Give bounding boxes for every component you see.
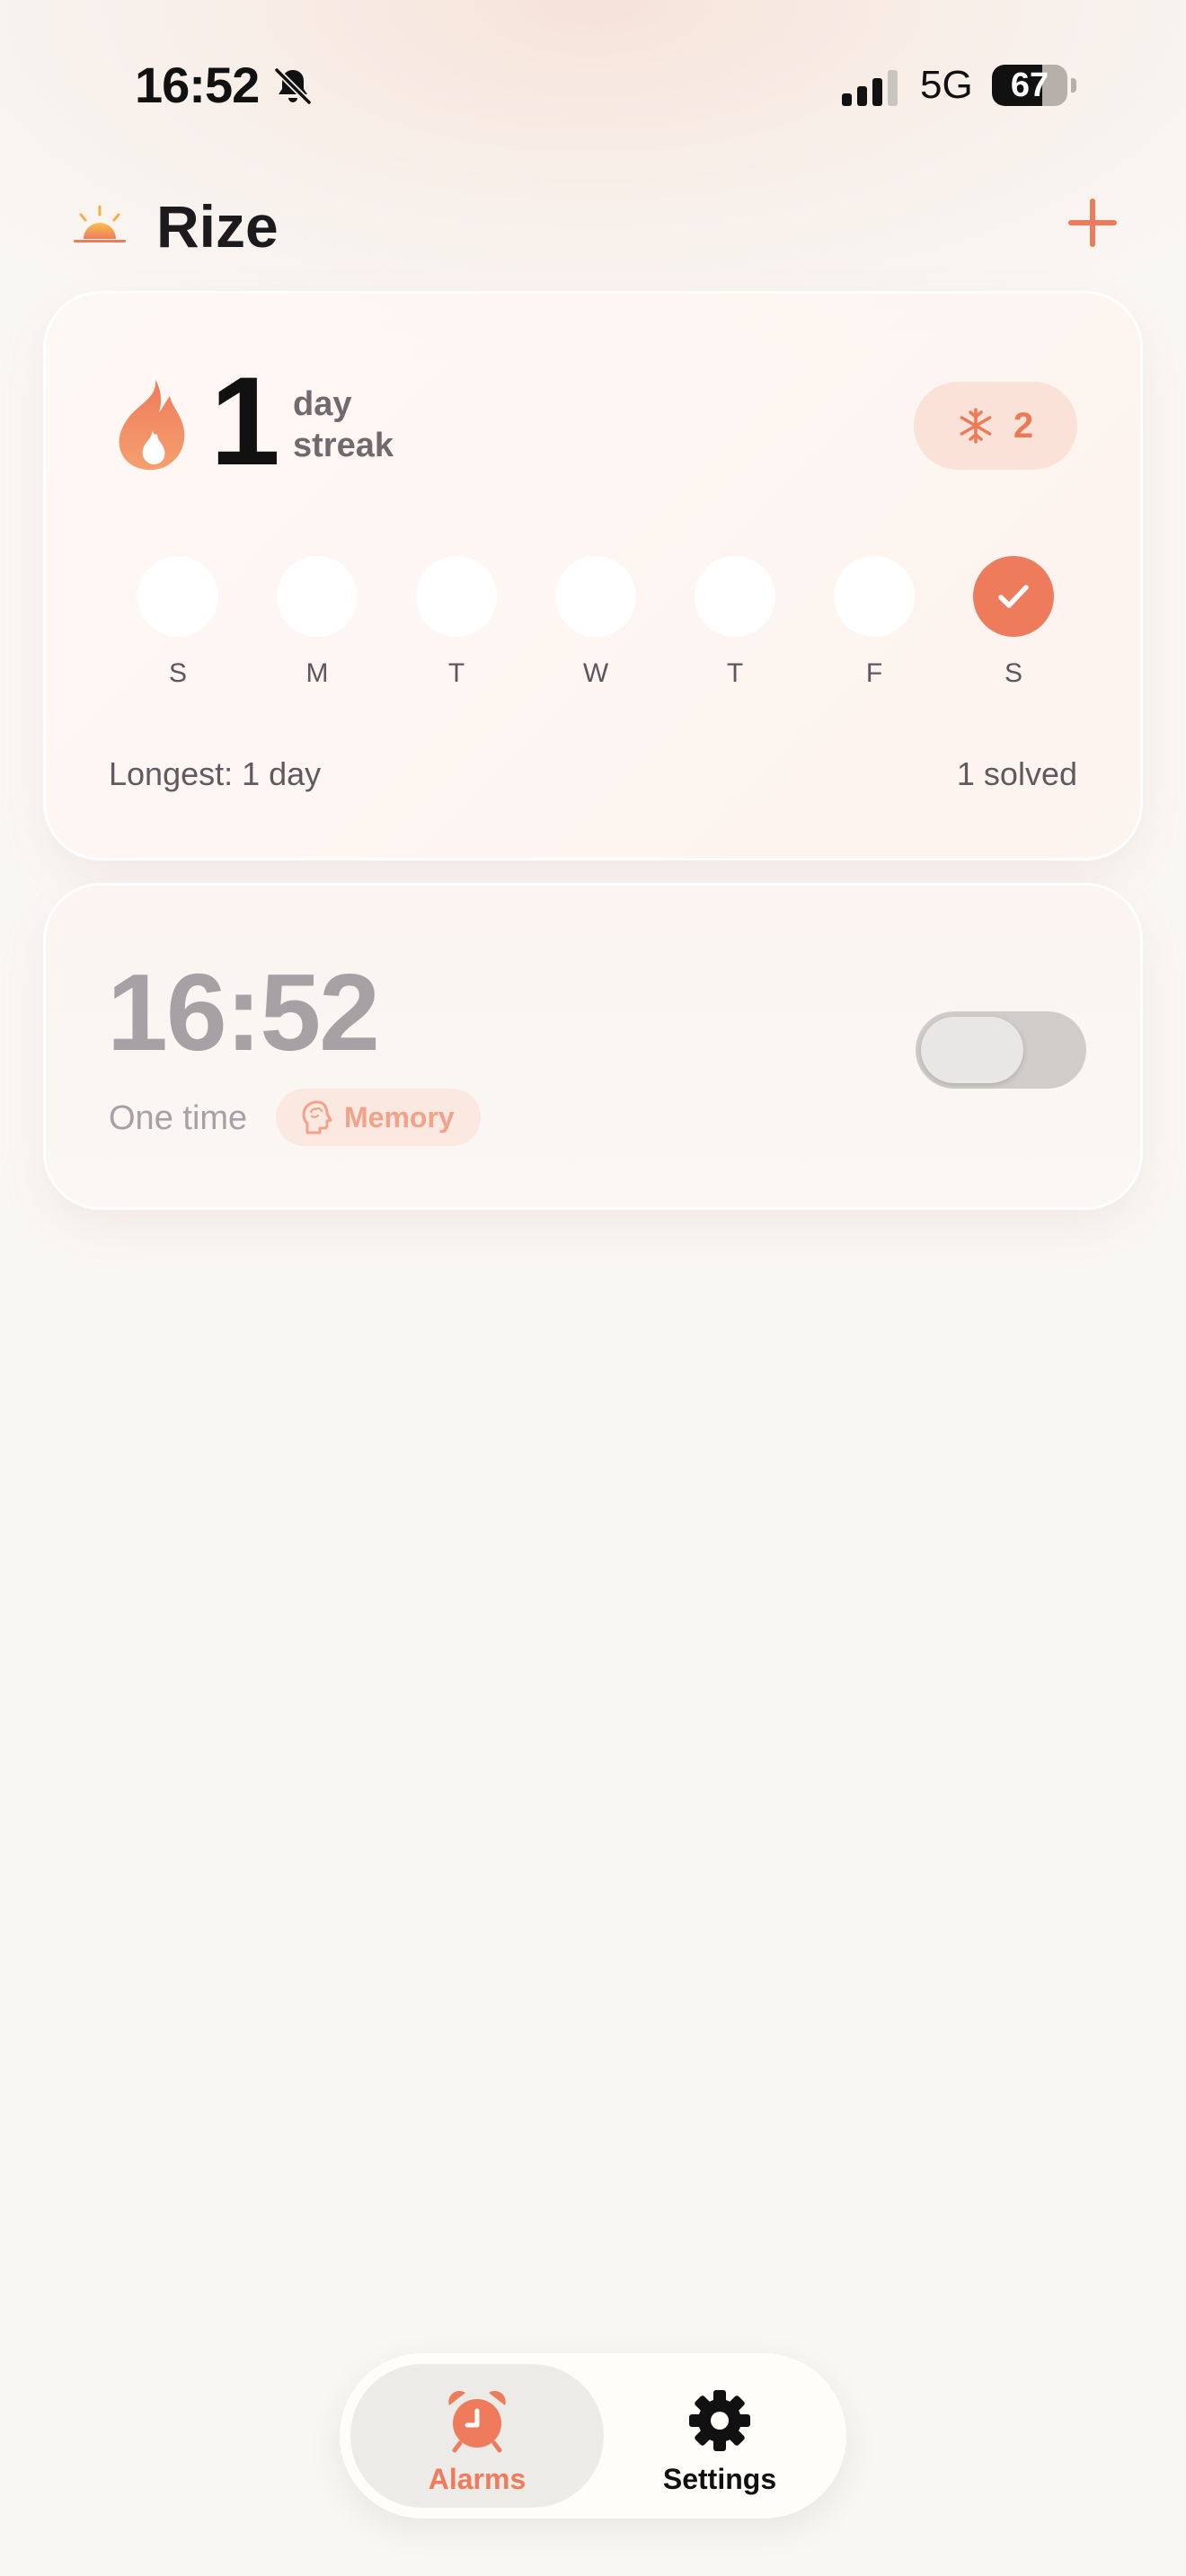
- alarm-card[interactable]: 16:52 One time Memory: [43, 883, 1143, 1210]
- tab-alarms-label: Alarms: [428, 2463, 527, 2495]
- battery-percent: 67: [1010, 66, 1049, 104]
- alarm-repeat: One time: [109, 1099, 248, 1137]
- day-circle-1: [277, 556, 358, 637]
- app-title: Rize: [156, 193, 279, 260]
- day-label-2: T: [447, 658, 465, 688]
- alarm-clock-icon: [448, 2390, 506, 2453]
- day-circle-5: [834, 556, 915, 637]
- streak-unit-streak: streak: [293, 427, 394, 464]
- day-label-0: S: [168, 658, 187, 688]
- checkmark-icon: [998, 585, 1029, 608]
- day-circle-2: [416, 556, 497, 637]
- bell-muted-icon: [273, 66, 313, 106]
- sunrise-icon: [74, 205, 126, 243]
- network-type: 5G: [920, 63, 973, 107]
- add-alarm-button[interactable]: [1064, 194, 1121, 251]
- streak-freeze-badge[interactable]: 2: [914, 382, 1077, 470]
- streak-unit-day: day: [293, 385, 352, 423]
- snowflake-icon: [960, 408, 992, 444]
- solved-count: 1 solved: [956, 755, 1077, 792]
- streak-card[interactable]: 1 day streak 2 S M T W T F S Longest: 1 day 1 …: [43, 291, 1143, 860]
- day-label-5: F: [865, 658, 883, 688]
- day-label-1: M: [305, 658, 329, 688]
- challenge-badge: Memory: [276, 1089, 481, 1146]
- alarm-time: 16:52: [107, 951, 380, 1073]
- day-circle-4: [695, 556, 775, 637]
- gear-icon: [689, 2390, 750, 2451]
- longest-streak: Longest: 1 day: [109, 755, 322, 792]
- flame-icon: [119, 380, 185, 471]
- status-time: 16:52: [135, 57, 260, 113]
- day-label-4: T: [726, 658, 744, 688]
- streak-count: 1: [210, 350, 280, 491]
- tab-alarms[interactable]: Alarms: [350, 2364, 604, 2508]
- freeze-count: 2: [1013, 405, 1034, 446]
- cellular-signal-icon: [842, 70, 898, 106]
- tab-settings[interactable]: Settings: [604, 2364, 836, 2508]
- day-circle-6: [973, 556, 1054, 637]
- tab-bar: Alarms Settings: [340, 2353, 846, 2519]
- alarm-toggle[interactable]: [916, 1011, 1086, 1089]
- challenge-label: Memory: [344, 1100, 455, 1134]
- day-circle-3: [555, 556, 636, 637]
- battery-indicator: 67: [992, 65, 1076, 108]
- day-circle-0: [137, 556, 218, 637]
- brain-head-icon: [302, 1100, 332, 1134]
- day-label-3: W: [582, 658, 609, 688]
- tab-settings-label: Settings: [662, 2463, 777, 2495]
- toggle-knob: [921, 1017, 1023, 1083]
- day-label-6: S: [1004, 658, 1022, 688]
- streak-unit: day streak: [293, 384, 394, 466]
